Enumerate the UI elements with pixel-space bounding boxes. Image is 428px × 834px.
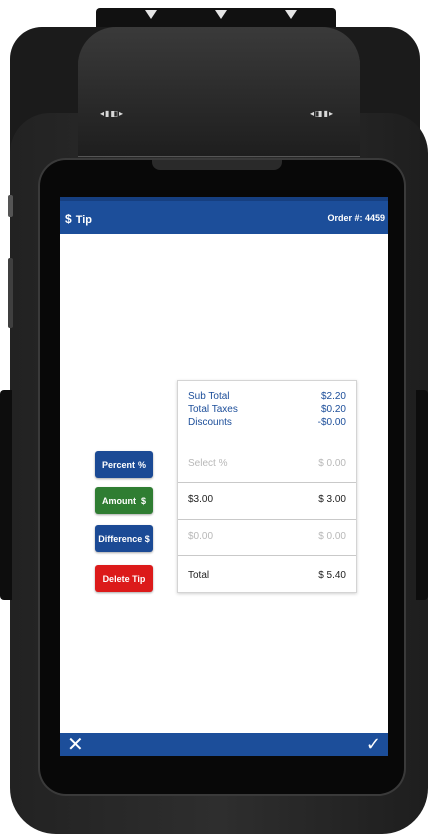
amount-input[interactable]: $3.00 [188,494,213,505]
amount-tip-row[interactable]: $3.00 $ 3.00 [188,494,346,505]
subtotal-label: Sub Total [188,391,230,402]
difference-button-label: Difference $ [98,533,150,544]
order-number: Order #: 4459 [327,213,385,223]
taxes-row: Total Taxes $0.20 [188,404,346,415]
side-rail-left [0,390,12,600]
app-footer: ✕ ✓ [60,733,388,756]
total-value: $ 5.40 [318,570,346,581]
delete-tip-button-label: Delete Tip [102,573,146,584]
volume-button[interactable] [8,258,13,328]
discounts-value: -$0.00 [317,417,346,428]
screen: $ Tip Order #: 4459 Percent % Amount $ Di… [60,197,388,756]
percent-button-label: Percent [102,459,136,470]
subtotal-row: Sub Total $2.20 [188,391,346,402]
discounts-label: Discounts [188,417,232,428]
divider [178,555,356,556]
taxes-value: $0.20 [320,404,346,415]
difference-button[interactable]: Difference $ [95,525,153,552]
divider [178,519,356,520]
bezel-notch [152,160,282,170]
percent-select-input[interactable]: Select % [188,458,227,469]
total-row: Total $ 5.40 [188,570,346,581]
total-label: Total [188,570,210,581]
tip-summary-panel: Sub Total $2.20 Total Taxes $0.20 Discou… [177,380,357,593]
amount-button[interactable]: Amount $ [95,487,153,514]
page-title: $ Tip [65,212,92,226]
divider [178,482,356,483]
percent-button[interactable]: Percent % [95,451,153,478]
dollar-icon: $ [65,212,72,226]
app-header: $ Tip Order #: 4459 [60,197,388,234]
nfc-marker-icon: ◂▮◧▸ [100,109,124,118]
paper-arrow-icon [215,10,227,19]
amount-tip-value: $ 3.00 [318,494,346,505]
percent-tip-row[interactable]: Select % $ 0.00 [188,458,346,469]
dollar-icon: $ [140,495,146,506]
discounts-row: Discounts -$0.00 [188,417,346,428]
delete-tip-button[interactable]: Delete Tip [95,565,153,592]
percent-icon: % [137,459,146,470]
difference-tip-value: $ 0.00 [318,531,346,542]
paper-arrow-icon [285,10,297,19]
paper-arrow-icon [145,10,157,19]
percent-tip-value: $ 0.00 [318,458,346,469]
difference-input[interactable]: $0.00 [188,531,213,542]
device-cap-front [78,27,360,157]
amount-button-label: Amount [102,495,136,506]
subtotal-value: $2.20 [320,391,346,402]
page-title-text: Tip [75,214,92,226]
power-button[interactable] [8,195,13,217]
confirm-check-icon[interactable]: ✓ [366,733,381,756]
nfc-marker-icon: ◂◨▮▸ [310,109,334,118]
taxes-label: Total Taxes [188,404,238,415]
difference-tip-row[interactable]: $0.00 $ 0.00 [188,531,346,542]
side-rail-right [416,390,428,600]
close-icon[interactable]: ✕ [67,733,84,755]
